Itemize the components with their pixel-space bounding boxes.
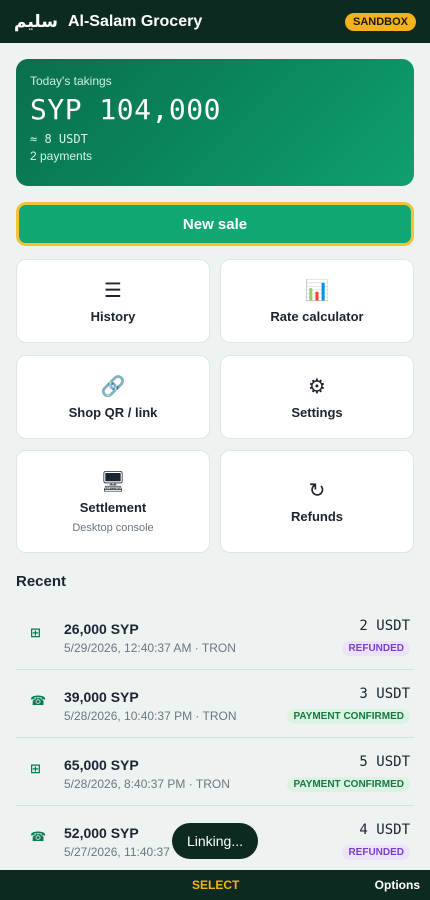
status-badge: REFUNDED (342, 641, 410, 656)
todays-takings-card: Today's takings SYP 104,000 ≈ 8 USDT 2 p… (16, 59, 414, 186)
transaction-usdt: 2 USDT (359, 618, 410, 634)
phone-icon: ☎ (30, 694, 47, 709)
desktop-icon: 🖥 (100, 468, 126, 493)
linking-toast: Linking... (172, 823, 258, 859)
options-softkey[interactable]: Options (375, 878, 420, 892)
softkey-bar: SELECT Options (0, 870, 430, 900)
history-tile[interactable]: ☰ History (16, 259, 210, 343)
qr-icon: ⊞ (30, 626, 41, 641)
settlement-tile[interactable]: 🖥 Settlement Desktop console (16, 450, 210, 553)
tile-label: Shop QR / link (68, 404, 158, 420)
status-badge: PAYMENT CONFIRMED (287, 777, 410, 792)
gear-icon: ⚙ (308, 373, 326, 398)
bar-chart-icon: 📊 (304, 277, 330, 302)
refund-icon: ↻ (308, 478, 326, 502)
sandbox-badge: SANDBOX (344, 12, 416, 31)
settings-tile[interactable]: ⚙ Settings (220, 355, 414, 439)
status-badge: REFUNDED (342, 845, 410, 860)
new-sale-button[interactable]: New sale (16, 202, 414, 246)
status-badge: PAYMENT CONFIRMED (287, 709, 410, 724)
phone-icon: ☎ (30, 830, 47, 845)
tile-label: Rate calculator (270, 308, 364, 324)
transaction-usdt: 4 USDT (359, 822, 410, 838)
takings-usdt: ≈ 8 USDT (30, 132, 88, 146)
transaction-amount: 65,000 SYP (64, 757, 139, 773)
transaction-meta: 5/28/2026, 10:40:37 PM · TRON (64, 709, 237, 723)
top-bar: سليم Al-Salam Grocery SANDBOX (0, 0, 430, 43)
transaction-amount: 26,000 SYP (64, 621, 139, 637)
transaction-usdt: 5 USDT (359, 754, 410, 770)
app-logo: سليم (14, 11, 58, 32)
takings-payment-count: 2 payments (30, 149, 93, 163)
tile-label: History (90, 308, 136, 324)
transaction-meta: 5/29/2026, 12:40:37 AM · TRON (64, 641, 236, 655)
takings-amount: SYP 104,000 (30, 93, 221, 126)
transaction-row[interactable]: ⊞ 26,000 SYP 5/29/2026, 12:40:37 AM · TR… (16, 602, 414, 670)
link-icon: 🔗 (100, 373, 126, 398)
transaction-amount: 39,000 SYP (64, 689, 139, 705)
takings-label: Today's takings (30, 74, 112, 88)
transaction-amount: 52,000 SYP (64, 825, 139, 841)
transaction-row[interactable]: ⊞ 65,000 SYP 5/28/2026, 8:40:37 PM · TRO… (16, 738, 414, 806)
tile-label: Settlement (79, 499, 147, 515)
shop-name: Al-Salam Grocery (67, 12, 203, 30)
refunds-tile[interactable]: ↻ Refunds (220, 450, 414, 553)
transaction-meta: 5/27/2026, 11:40:37 (64, 845, 170, 859)
tile-label: Settings (291, 404, 343, 420)
recent-heading: Recent (16, 573, 67, 590)
qr-icon: ⊞ (30, 762, 41, 777)
tile-sublabel: Desktop console (72, 521, 154, 534)
shop-qr-link-tile[interactable]: 🔗 Shop QR / link (16, 355, 210, 439)
menu-list-icon: ☰ (104, 277, 122, 302)
transaction-row[interactable]: ☎ 39,000 SYP 5/28/2026, 10:40:37 PM · TR… (16, 670, 414, 738)
tile-label: Refunds (291, 509, 343, 524)
rate-calculator-tile[interactable]: 📊 Rate calculator (220, 259, 414, 343)
transaction-usdt: 3 USDT (359, 686, 410, 702)
select-softkey[interactable]: SELECT (192, 878, 239, 892)
transaction-meta: 5/28/2026, 8:40:37 PM · TRON (64, 777, 230, 791)
